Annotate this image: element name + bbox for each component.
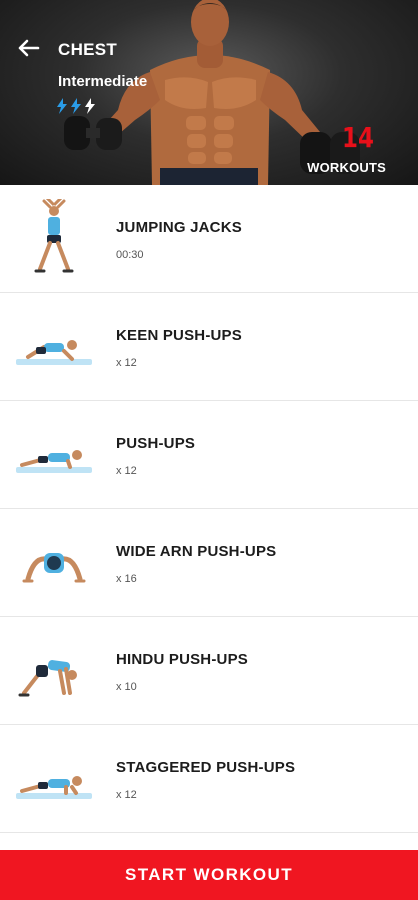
exercise-name: KEEN PUSH-UPS — [116, 327, 242, 344]
staggered-pushup-illustration — [16, 776, 92, 799]
exercise-name: WIDE ARN PUSH-UPS — [116, 543, 277, 560]
exercise-name: PUSH-UPS — [116, 435, 196, 452]
pushup-illustration — [16, 450, 92, 473]
workout-detail-screen: CHEST Intermediate 14 WORKOUTS JUMPING J… — [0, 0, 418, 900]
exercise-list: JUMPING JACKS 00:30 KEEN PUSH-UPS x 12 P… — [0, 185, 418, 833]
hindu-pushup-illustration — [18, 660, 77, 697]
exercise-name: HINDU PUSH-UPS — [116, 651, 248, 668]
exercise-reps: x 12 — [116, 357, 137, 369]
athlete-hero-image — [64, 0, 360, 185]
bolt-icon — [57, 98, 67, 114]
exercise-reps: x 12 — [116, 465, 137, 477]
list-item[interactable]: STAGGERED PUSH-UPS x 12 — [0, 725, 418, 833]
knee-pushup-illustration — [16, 340, 92, 365]
list-item[interactable]: HINDU PUSH-UPS x 10 — [0, 617, 418, 725]
jumping-jacks-illustration — [34, 199, 74, 273]
wide-pushup-illustration — [22, 553, 86, 583]
workout-count: 14 — [342, 121, 374, 154]
page-title: CHEST — [58, 40, 118, 59]
back-button[interactable] — [14, 34, 44, 62]
workout-count-badge: 14 — [330, 124, 386, 152]
exercise-reps: x 12 — [116, 789, 137, 801]
exercise-reps: x 16 — [116, 573, 137, 585]
list-item[interactable]: JUMPING JACKS 00:30 — [0, 185, 418, 293]
list-item[interactable]: PUSH-UPS x 12 — [0, 401, 418, 509]
start-workout-button[interactable]: START WORKOUT — [0, 850, 418, 900]
exercise-reps: x 10 — [116, 681, 137, 693]
bolt-icon — [71, 98, 81, 114]
list-item[interactable]: WIDE ARN PUSH-UPS x 16 — [0, 509, 418, 617]
exercise-duration: 00:30 — [116, 249, 144, 261]
workout-count-label: WORKOUTS — [307, 160, 386, 175]
arrow-left-icon — [18, 39, 40, 57]
bolt-icon — [85, 98, 95, 114]
intensity-indicator — [56, 98, 96, 114]
exercise-name: JUMPING JACKS — [116, 219, 242, 236]
exercise-name: STAGGERED PUSH-UPS — [116, 759, 296, 776]
list-item[interactable]: KEEN PUSH-UPS x 12 — [0, 293, 418, 401]
header-banner: CHEST Intermediate 14 WORKOUTS — [0, 0, 418, 185]
difficulty-level: Intermediate — [58, 73, 148, 90]
